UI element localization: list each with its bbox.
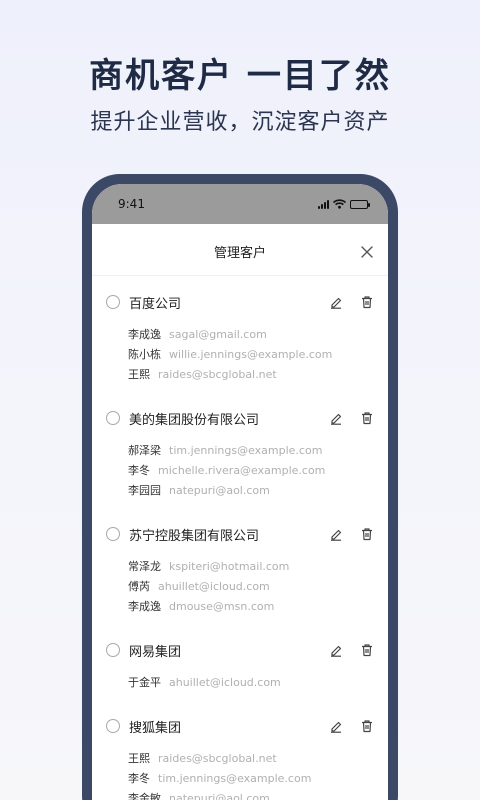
status-time: 9:41 — [118, 197, 145, 211]
contact-name: 陈小栋 — [128, 348, 161, 361]
company-item: 苏宁控股集团有限公司 常泽龙 kspiteri@hotmail.com 傅芮 ahu… — [92, 512, 388, 624]
company-name: 网易集团 — [129, 644, 182, 660]
promo-subline: 提升企业营收，沉淀客户资产 — [90, 110, 390, 135]
contact-name: 傅芮 — [128, 580, 150, 593]
contact-email: tim.jennings@example.com — [158, 771, 312, 785]
contact-name: 常泽龙 — [128, 560, 161, 573]
contact-row: 李冬 michelle.rivera@example.com — [106, 460, 374, 480]
promo-headline: 商机客户 一目了然 — [89, 56, 391, 96]
contact-name: 李成逸 — [128, 328, 161, 341]
company-row[interactable]: 苏宁控股集团有限公司 — [106, 512, 374, 556]
contact-name: 郝泽梁 — [128, 444, 161, 457]
contact-email: tim.jennings@example.com — [169, 443, 323, 457]
company-name: 百度公司 — [129, 296, 182, 312]
edit-icon[interactable] — [329, 643, 343, 657]
contact-row: 李园园 natepuri@aol.com — [106, 480, 374, 500]
company-row[interactable]: 网易集团 — [106, 628, 374, 672]
contact-name: 王熙 — [128, 752, 150, 765]
contact-row: 李成逸 dmouse@msn.com — [106, 596, 374, 616]
contact-row: 常泽龙 kspiteri@hotmail.com — [106, 556, 374, 576]
company-item: 网易集团 于金平 ahuillet@icloud.com — [92, 628, 388, 700]
edit-icon[interactable] — [329, 411, 343, 425]
contact-email: willie.jennings@example.com — [169, 347, 333, 361]
contact-email: natepuri@aol.com — [169, 791, 270, 800]
contact-email: dmouse@msn.com — [169, 599, 275, 613]
contact-email: michelle.rivera@example.com — [158, 463, 326, 477]
contact-row: 傅芮 ahuillet@icloud.com — [106, 576, 374, 596]
contact-name: 于金平 — [128, 676, 161, 689]
company-name: 苏宁控股集团有限公司 — [129, 528, 260, 544]
contact-row: 李成逸 sagal@gmail.com — [106, 324, 374, 344]
edit-icon[interactable] — [329, 295, 343, 309]
company-list: 百度公司 李成逸 sagal@gmail.com 陈小栋 willie.jennin… — [92, 280, 388, 800]
trash-icon[interactable] — [360, 719, 374, 733]
sheet-header: 管理客户 — [92, 228, 388, 276]
contact-name: 李冬 — [128, 464, 150, 477]
status-icons — [318, 199, 370, 209]
select-radio[interactable] — [106, 411, 120, 425]
contact-row: 李冬 tim.jennings@example.com — [106, 768, 374, 788]
company-name: 美的集团股份有限公司 — [129, 412, 260, 428]
trash-icon[interactable] — [360, 295, 374, 309]
contact-name: 李冬 — [128, 772, 150, 785]
contact-name: 李成逸 — [128, 600, 161, 613]
contact-name: 李园园 — [128, 484, 161, 497]
trash-icon[interactable] — [360, 411, 374, 425]
company-item: 百度公司 李成逸 sagal@gmail.com 陈小栋 willie.jennin… — [92, 280, 388, 392]
sheet-title: 管理客户 — [213, 246, 266, 261]
phone-screen: 9:41 管理客户 百度公司 李成逸 sagal@gmail.com 陈小栋 w… — [92, 184, 388, 800]
contact-row: 郝泽梁 tim.jennings@example.com — [106, 440, 374, 460]
contact-row: 王熙 raides@sbcglobal.net — [106, 748, 374, 768]
select-radio[interactable] — [106, 295, 120, 309]
edit-icon[interactable] — [329, 527, 343, 541]
select-radio[interactable] — [106, 527, 120, 541]
trash-icon[interactable] — [360, 643, 374, 657]
company-name: 搜狐集团 — [129, 720, 182, 736]
signal-icon — [318, 199, 329, 209]
contact-email: natepuri@aol.com — [169, 483, 270, 497]
trash-icon[interactable] — [360, 527, 374, 541]
company-row[interactable]: 百度公司 — [106, 280, 374, 324]
contact-row: 王熙 raides@sbcglobal.net — [106, 364, 374, 384]
close-icon[interactable] — [360, 245, 374, 259]
select-radio[interactable] — [106, 719, 120, 733]
contact-email: raides@sbcglobal.net — [158, 751, 277, 765]
company-item: 美的集团股份有限公司 郝泽梁 tim.jennings@example.com 李… — [92, 396, 388, 508]
company-item: 搜狐集团 王熙 raides@sbcglobal.net 李冬 tim.jennin… — [92, 704, 388, 800]
phone-frame: 9:41 管理客户 百度公司 李成逸 sagal@gmail.com 陈小栋 w… — [82, 174, 398, 800]
status-bar: 9:41 — [92, 184, 388, 224]
contact-email: raides@sbcglobal.net — [158, 367, 277, 381]
company-row[interactable]: 搜狐集团 — [106, 704, 374, 748]
battery-icon — [350, 199, 370, 209]
contact-name: 王熙 — [128, 368, 150, 381]
edit-icon[interactable] — [329, 719, 343, 733]
wifi-icon — [333, 199, 346, 209]
contact-name: 李金敏 — [128, 792, 161, 800]
contact-email: sagal@gmail.com — [169, 327, 267, 341]
contact-email: ahuillet@icloud.com — [169, 675, 281, 689]
contact-email: ahuillet@icloud.com — [158, 579, 270, 593]
contact-row: 李金敏 natepuri@aol.com — [106, 788, 374, 800]
company-row[interactable]: 美的集团股份有限公司 — [106, 396, 374, 440]
contact-email: kspiteri@hotmail.com — [169, 559, 290, 573]
contact-row: 陈小栋 willie.jennings@example.com — [106, 344, 374, 364]
manage-customers-sheet: 管理客户 百度公司 李成逸 sagal@gmail.com 陈小栋 willie.j… — [92, 228, 388, 800]
contact-row: 于金平 ahuillet@icloud.com — [106, 672, 374, 692]
select-radio[interactable] — [106, 643, 120, 657]
